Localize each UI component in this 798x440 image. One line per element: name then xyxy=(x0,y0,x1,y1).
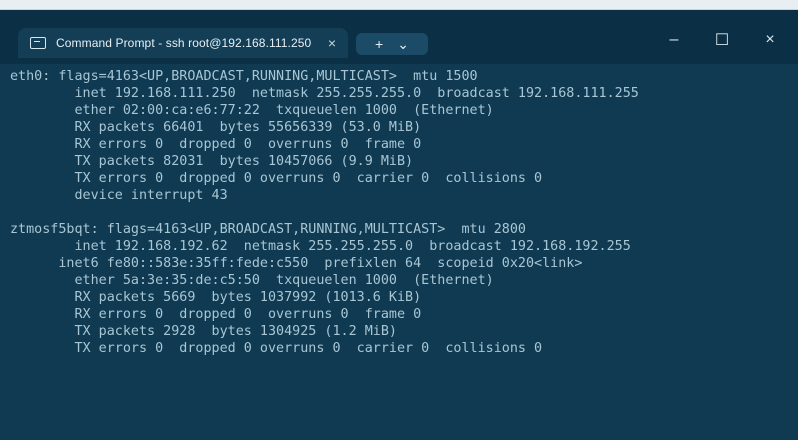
terminal-window: Command Prompt - ssh root@192.168.111.25… xyxy=(0,10,798,440)
minimize-button[interactable]: – xyxy=(652,31,696,49)
terminal-line: TX errors 0 dropped 0 overruns 0 carrier… xyxy=(10,171,543,186)
terminal-line: RX packets 66401 bytes 55656339 (53.0 Mi… xyxy=(10,120,422,135)
terminal-line: RX errors 0 dropped 0 overruns 0 frame 0 xyxy=(10,137,422,152)
terminal-line: TX packets 2928 bytes 1304925 (1.2 MiB) xyxy=(10,324,397,339)
terminal-line: TX packets 82031 bytes 10457066 (9.9 MiB… xyxy=(10,154,414,169)
terminal-line: inet 192.168.192.62 netmask 255.255.255.… xyxy=(10,239,631,254)
terminal-line: ether 5a:3e:35:de:c5:50 txqueuelen 1000 … xyxy=(10,273,494,288)
terminal-line: ether 02:00:ca:e6:77:22 txqueuelen 1000 … xyxy=(10,103,494,118)
terminal-line: RX packets 5669 bytes 1037992 (1013.6 Ki… xyxy=(10,290,422,305)
terminal-line: ztmosf5bqt: flags=4163<UP,BROADCAST,RUNN… xyxy=(10,222,526,237)
terminal-line: RX errors 0 dropped 0 overruns 0 frame 0 xyxy=(10,307,422,322)
tab-title: Command Prompt - ssh root@192.168.111.25… xyxy=(56,36,312,50)
maximize-button[interactable]: ☐ xyxy=(700,30,744,50)
terminal-line: inet 192.168.111.250 netmask 255.255.255… xyxy=(10,86,639,101)
new-tab-menu-button[interactable]: ⌄ xyxy=(397,36,409,53)
terminal-line: device interrupt 43 xyxy=(10,188,228,203)
terminal-line: inet6 fe80::583e:35ff:fede:c550 prefixle… xyxy=(10,256,583,271)
close-window-button[interactable]: × xyxy=(748,31,792,49)
new-tab-button[interactable]: + xyxy=(375,36,383,52)
new-tab-group[interactable]: + ⌄ xyxy=(356,33,428,55)
terminal-lines: eth0: flags=4163<UP,BROADCAST,RUNNING,MU… xyxy=(0,64,798,440)
tab-close-button[interactable]: × xyxy=(328,35,336,51)
terminal-line: eth0: flags=4163<UP,BROADCAST,RUNNING,MU… xyxy=(10,69,478,84)
terminal-output[interactable]: eth0: flags=4163<UP,BROADCAST,RUNNING,MU… xyxy=(0,64,798,440)
terminal-icon xyxy=(30,37,46,49)
title-bar[interactable]: Command Prompt - ssh root@192.168.111.25… xyxy=(0,10,798,64)
window-controls: – ☐ × xyxy=(652,26,792,54)
tab-command-prompt[interactable]: Command Prompt - ssh root@192.168.111.25… xyxy=(18,28,348,58)
terminal-line: TX errors 0 dropped 0 overruns 0 carrier… xyxy=(10,341,543,356)
